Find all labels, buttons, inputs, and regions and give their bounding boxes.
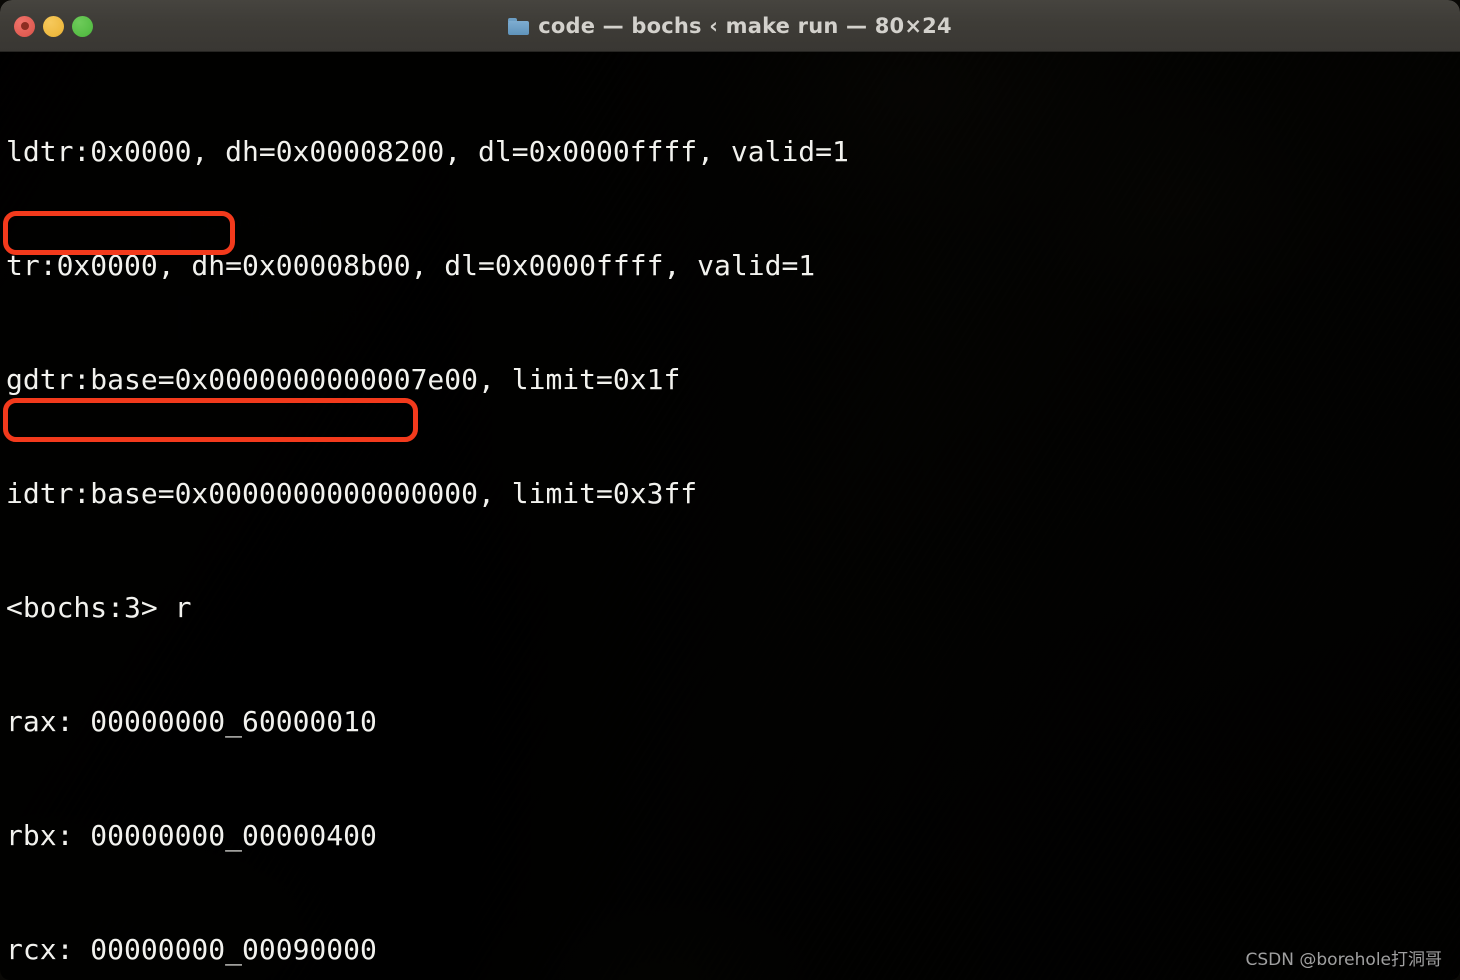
close-button-icon[interactable] [14, 15, 35, 37]
window-titlebar[interactable]: code — bochs ‹ make run — 80×24 [0, 0, 1460, 52]
folder-icon [508, 17, 530, 35]
terminal-output[interactable]: ldtr:0x0000, dh=0x00008200, dl=0x0000fff… [0, 52, 1460, 980]
terminal-line: ldtr:0x0000, dh=0x00008200, dl=0x0000fff… [6, 135, 849, 168]
register-line-rbx: rbx: 00000000_00000400 [6, 819, 377, 852]
watermark: CSDN @borehole打洞哥 [1245, 950, 1443, 970]
window-controls [14, 0, 93, 52]
register-line-rcx: rcx: 00000000_00090000 [6, 933, 377, 966]
minimize-button-icon[interactable] [43, 15, 64, 37]
terminal-line: gdtr:base=0x0000000000007e00, limit=0x1f [6, 363, 681, 396]
window-title: code — bochs ‹ make run — 80×24 [538, 14, 952, 38]
terminal-line: tr:0x0000, dh=0x00008b00, dl=0x0000ffff,… [6, 249, 816, 282]
title-group: code — bochs ‹ make run — 80×24 [0, 0, 1460, 52]
maximize-button-icon[interactable] [72, 15, 93, 37]
terminal-window: 上午10时–11时 上午11时–下午12时 ldtr:0x0000, dh=0x… [0, 0, 1460, 980]
register-line-rax: rax: 00000000_60000010 [6, 705, 377, 738]
terminal-prompt-line: <bochs:3> r [6, 591, 192, 624]
terminal-line: idtr:base=0x0000000000000000, limit=0x3f… [6, 477, 698, 510]
